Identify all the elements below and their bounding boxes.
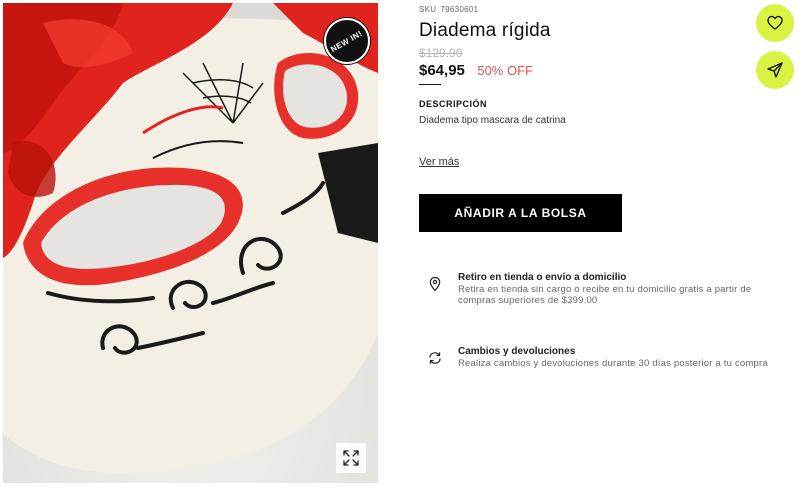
old-price: $129.90 <box>419 46 463 60</box>
sku-label: SKU <box>419 5 437 14</box>
product-title: Diadema rígida <box>419 20 551 41</box>
sku-value: 79630601 <box>440 5 479 14</box>
see-more-link[interactable]: Ver más <box>419 156 459 168</box>
current-price: $64,95 <box>419 62 465 79</box>
description-text: Diadema tipo mascara de catrina <box>419 115 566 126</box>
new-in-badge: NEW IN! <box>324 18 370 64</box>
feature-title: Retiro en tienda o envío a domicilio <box>458 272 627 283</box>
favorite-button[interactable] <box>756 4 794 42</box>
mask-illustration <box>3 3 378 483</box>
price-row: $64,95 50% OFF <box>419 62 533 80</box>
feature-text: Realiza cambios y devoluciones durante 3… <box>458 358 768 369</box>
exchange-icon <box>429 352 441 364</box>
feature-title: Cambios y devoluciones <box>458 346 576 357</box>
expand-icon <box>343 450 359 466</box>
description-heading: DESCRIPCIÓN <box>419 99 488 109</box>
sku: SKU 79630601 <box>419 5 478 14</box>
discount-label: 50% OFF <box>477 63 533 78</box>
feature-text: Retira en tienda sin cargo o recibe en t… <box>458 284 752 306</box>
add-to-bag-button[interactable]: AÑADIR A LA BOLSA <box>419 194 622 232</box>
share-button[interactable] <box>756 51 794 89</box>
price-divider <box>419 84 441 85</box>
new-in-badge-label: NEW IN! <box>329 28 365 54</box>
heart-icon <box>767 15 783 30</box>
send-icon <box>767 62 783 78</box>
expand-image-button[interactable] <box>336 443 366 473</box>
product-image[interactable]: NEW IN! <box>3 3 378 483</box>
location-pin-icon <box>429 276 441 292</box>
